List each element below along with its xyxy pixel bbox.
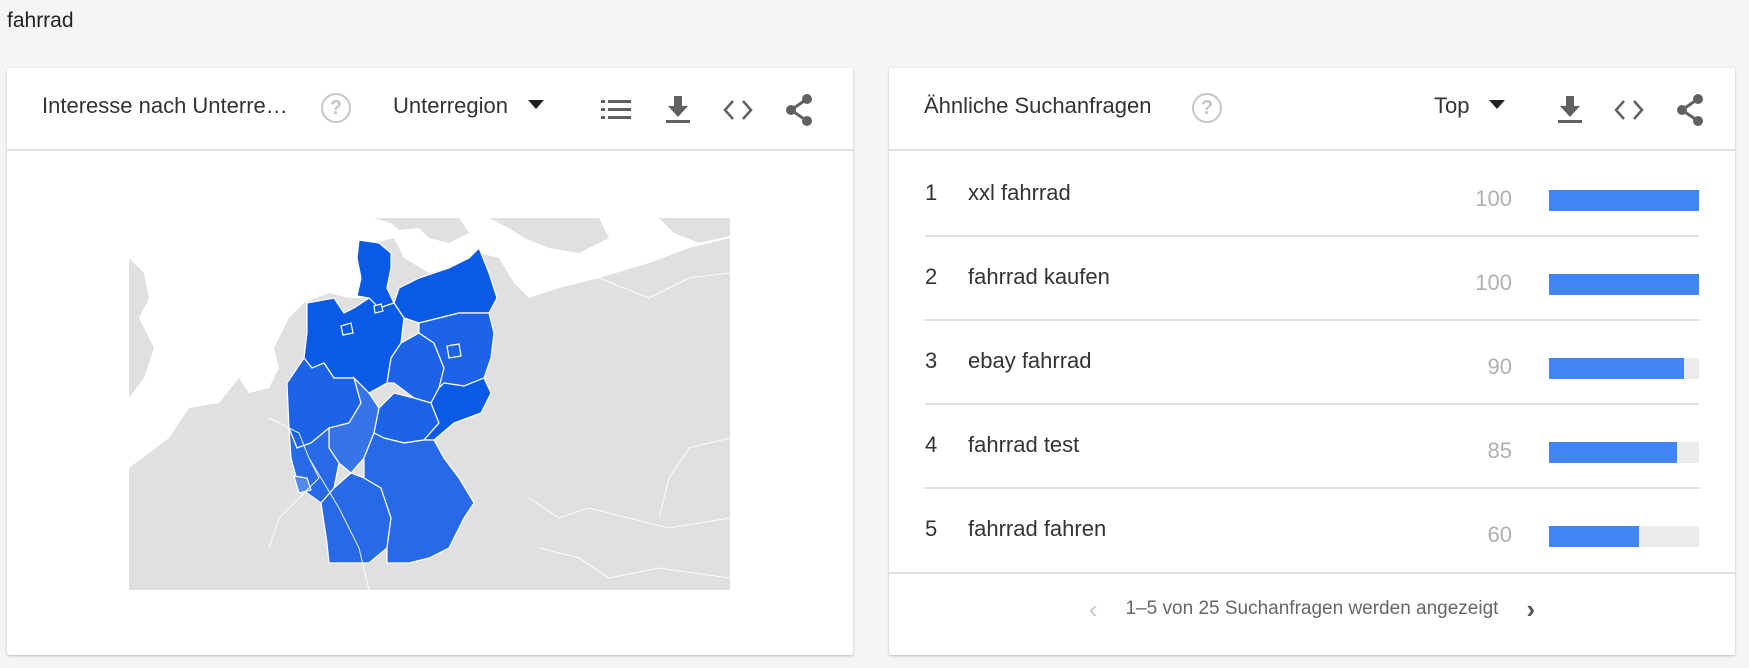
card-title: Ähnliche Suchanfragen bbox=[924, 93, 1152, 118]
embed-code-icon bbox=[723, 100, 753, 120]
share-button[interactable] bbox=[783, 94, 815, 126]
related-queries-list: 1 xxl fahrrad 100 2 fahrrad kaufen 100 3… bbox=[925, 153, 1699, 573]
list-item[interactable]: 1 xxl fahrrad 100 bbox=[925, 153, 1699, 237]
value-bar-fill bbox=[1549, 526, 1639, 547]
query-text[interactable]: fahrrad test bbox=[968, 432, 1079, 458]
value-bar-track bbox=[1549, 274, 1699, 295]
value-bar-track bbox=[1549, 358, 1699, 379]
list-item[interactable]: 4 fahrrad test 85 bbox=[925, 405, 1699, 489]
pagination-text: 1–5 von 25 Suchanfragen werden angezeigt bbox=[1125, 598, 1499, 619]
map-region-berlin[interactable] bbox=[446, 343, 462, 359]
divider bbox=[889, 572, 1735, 574]
embed-button[interactable] bbox=[722, 94, 754, 126]
query-text[interactable]: ebay fahrrad bbox=[968, 348, 1092, 374]
value-bar-fill bbox=[1549, 442, 1677, 463]
caret-down-icon bbox=[527, 100, 544, 109]
caret-down-icon bbox=[1489, 100, 1506, 109]
value-bar-track bbox=[1549, 442, 1699, 463]
query-rank: 2 bbox=[925, 264, 938, 289]
value-bar-track bbox=[1549, 190, 1699, 211]
query-value: 100 bbox=[1475, 186, 1512, 211]
value-bar-fill bbox=[1549, 358, 1684, 379]
value-bar-track bbox=[1549, 526, 1699, 547]
interest-by-subregion-card: Interesse nach Unterre… ? Unterregion bbox=[7, 68, 853, 655]
share-icon bbox=[786, 94, 812, 126]
query-rank: 3 bbox=[925, 348, 938, 373]
pagination: ‹ 1–5 von 25 Suchanfragen werden angezei… bbox=[889, 596, 1735, 622]
query-value: 90 bbox=[1487, 354, 1512, 379]
list-icon bbox=[601, 100, 631, 119]
related-queries-card: Ähnliche Suchanfragen ? Top 1 xxl fahrra… bbox=[889, 68, 1735, 655]
resolution-dropdown[interactable]: Unterregion bbox=[393, 90, 544, 119]
download-icon bbox=[1558, 96, 1582, 123]
choropleth-map[interactable] bbox=[129, 218, 730, 590]
top-rising-dropdown[interactable]: Top bbox=[1434, 90, 1506, 119]
query-text[interactable]: fahrrad kaufen bbox=[968, 264, 1110, 290]
embed-button[interactable] bbox=[1613, 94, 1645, 126]
list-view-button[interactable] bbox=[600, 94, 632, 126]
list-item[interactable]: 2 fahrrad kaufen 100 bbox=[925, 237, 1699, 321]
page-title: fahrrad bbox=[7, 9, 74, 32]
card-header: Ähnliche Suchanfragen ? Top bbox=[889, 68, 1735, 151]
dropdown-selected-value: Top bbox=[1434, 93, 1470, 118]
query-text[interactable]: fahrrad fahren bbox=[968, 516, 1106, 542]
download-icon bbox=[666, 96, 690, 123]
value-bar-fill bbox=[1549, 190, 1699, 211]
query-rank: 1 bbox=[925, 180, 938, 205]
dropdown-selected-value: Unterregion bbox=[393, 93, 508, 118]
query-rank: 4 bbox=[925, 432, 938, 457]
help-circle-icon[interactable]: ? bbox=[321, 93, 351, 123]
query-value: 100 bbox=[1475, 270, 1512, 295]
list-item[interactable]: 5 fahrrad fahren 60 bbox=[925, 489, 1699, 573]
chevron-right-icon[interactable]: › bbox=[1526, 596, 1535, 622]
chevron-left-icon[interactable]: ‹ bbox=[1089, 596, 1098, 622]
share-icon bbox=[1677, 94, 1703, 126]
query-rank: 5 bbox=[925, 516, 938, 541]
help-circle-icon[interactable]: ? bbox=[1192, 93, 1222, 123]
card-title: Interesse nach Unterre… bbox=[42, 93, 288, 118]
query-value: 60 bbox=[1487, 522, 1512, 547]
share-button[interactable] bbox=[1674, 94, 1706, 126]
download-button[interactable] bbox=[1554, 94, 1586, 126]
value-bar-fill bbox=[1549, 274, 1699, 295]
query-text[interactable]: xxl fahrrad bbox=[968, 180, 1071, 206]
list-item[interactable]: 3 ebay fahrrad 90 bbox=[925, 321, 1699, 405]
download-button[interactable] bbox=[662, 94, 694, 126]
card-header: Interesse nach Unterre… ? Unterregion bbox=[7, 68, 853, 151]
embed-code-icon bbox=[1614, 100, 1644, 120]
map-region-hamburg[interactable] bbox=[373, 303, 384, 314]
query-value: 85 bbox=[1487, 438, 1512, 463]
map-svg bbox=[129, 218, 730, 590]
